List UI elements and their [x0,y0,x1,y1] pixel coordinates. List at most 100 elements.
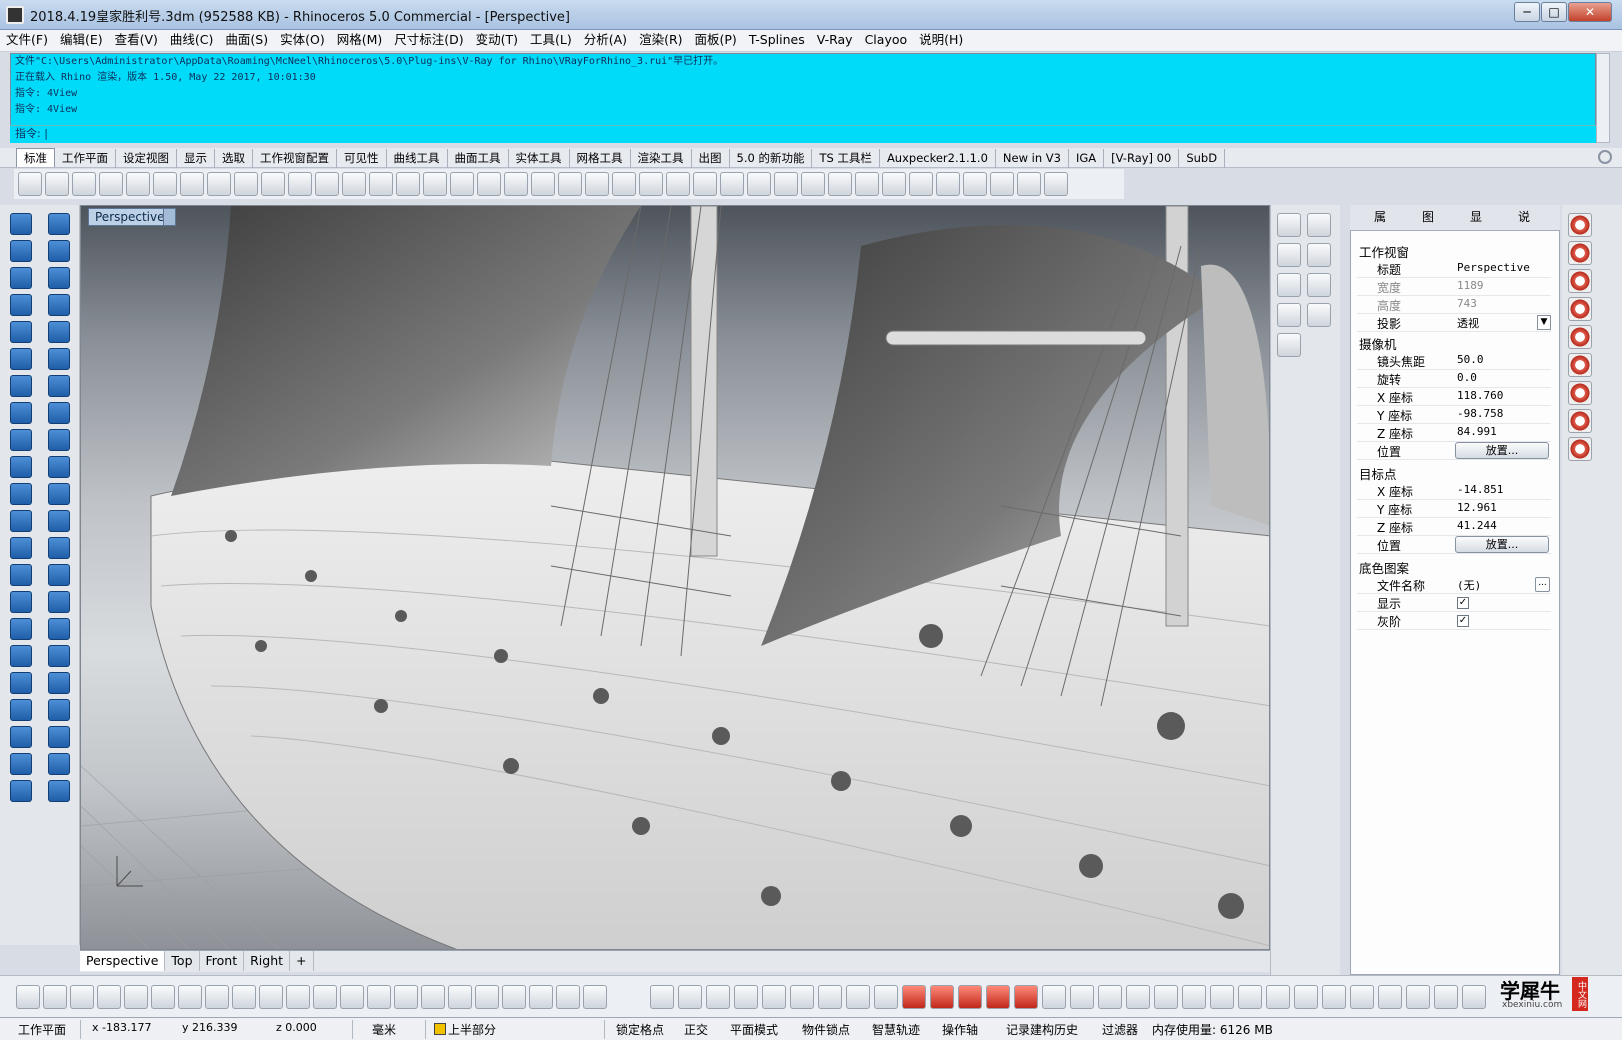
osnap-icon[interactable] [340,985,364,1009]
view-tool-icon[interactable] [958,985,982,1009]
image-icon[interactable] [10,564,32,586]
zoom-window-icon[interactable] [342,172,366,196]
tab-standard[interactable]: 标准 [16,148,55,167]
osnap-icon[interactable] [232,985,256,1009]
command-scrollbar[interactable] [1596,53,1610,143]
mesh-icon[interactable] [48,348,70,370]
tab-properties[interactable]: 属 [1354,209,1386,227]
surface-icon[interactable] [10,348,32,370]
menu-transform[interactable]: 变动(T) [470,30,524,50]
tab-viewport-layout[interactable]: 工作视窗配置 [253,149,337,168]
osnap-icon[interactable] [583,985,607,1009]
tab-visibility[interactable]: 可见性 [337,149,387,168]
render-drop-icon[interactable] [1568,437,1592,461]
status-planar[interactable]: 平面模式 [730,1021,778,1038]
tab-new-in-v5[interactable]: 5.0 的新功能 [730,149,813,168]
menu-dimension[interactable]: 尺寸标注(D) [388,30,469,50]
menu-panels[interactable]: 面板(P) [689,30,743,50]
lock-icon[interactable] [774,172,798,196]
show-checkbox[interactable]: ✓ [1457,597,1469,609]
zoom-selected-icon[interactable] [396,172,420,196]
osnap-icon[interactable] [421,985,445,1009]
osnap-icon[interactable] [16,985,40,1009]
menu-curve[interactable]: 曲线(C) [164,30,219,50]
view-tool-icon[interactable] [1238,985,1262,1009]
edit-icon[interactable] [10,618,32,640]
material-icon[interactable] [801,172,825,196]
camera-icon[interactable] [10,753,32,775]
tab-mesh-tools[interactable]: 网格工具 [570,149,631,168]
tab-top[interactable]: Top [165,951,200,971]
camera-place-button[interactable]: 放置... [1455,442,1549,459]
cylinder-icon[interactable] [612,172,636,196]
rhino-app-icon[interactable] [6,6,24,24]
status-smarttrack[interactable]: 智慧轨迹 [872,1021,920,1038]
osnap-icon[interactable] [394,985,418,1009]
view-tool-icon[interactable] [1014,985,1038,1009]
view-tool-icon[interactable] [762,985,786,1009]
tab-ts-toolbar[interactable]: TS 工具栏 [812,149,880,168]
menu-solid[interactable]: 实体(O) [274,30,331,50]
cylinder-icon[interactable] [48,429,70,451]
osnap-icon[interactable] [286,985,310,1009]
check-circle-icon[interactable] [1307,213,1331,237]
gear-icon[interactable] [990,172,1014,196]
ruler-icon[interactable] [48,699,70,721]
texture-icon[interactable] [828,172,852,196]
copy-icon[interactable] [180,172,204,196]
status-cplane[interactable]: 工作平面 [18,1021,66,1038]
cube-icon[interactable] [48,645,70,667]
tab-curve-tools[interactable]: 曲线工具 [387,149,448,168]
view-tool-icon[interactable] [930,985,954,1009]
render-drop-icon[interactable] [1568,409,1592,433]
view-tool-icon[interactable] [706,985,730,1009]
browse-button[interactable]: ... [1535,577,1550,592]
status-ortho[interactable]: 正交 [684,1021,708,1038]
four-view-icon[interactable] [450,172,474,196]
view-tool-icon[interactable] [1154,985,1178,1009]
refresh-icon[interactable] [585,172,609,196]
minimize-button[interactable]: ─ [1514,2,1540,22]
osnap-icon[interactable] [70,985,94,1009]
spiral-icon[interactable] [48,267,70,289]
nodes-icon[interactable] [10,510,32,532]
gear-icon[interactable] [10,456,32,478]
select-icon[interactable] [48,213,70,235]
join-icon[interactable] [48,537,70,559]
split-icon[interactable] [10,672,32,694]
tab-auxpecker[interactable]: Auxpecker2.1.1.0 [880,149,996,168]
text-icon[interactable] [48,591,70,613]
view-tool-icon[interactable] [1070,985,1094,1009]
viewport-menu-chevron-down-icon[interactable] [163,208,176,226]
polyline-icon[interactable] [48,240,70,262]
extrude-icon[interactable] [48,402,70,424]
print-icon[interactable] [99,172,123,196]
blue-sphere-icon[interactable] [936,172,960,196]
menu-analyze[interactable]: 分析(A) [578,30,633,50]
new-file-icon[interactable] [18,172,42,196]
view-tool-icon[interactable] [1294,985,1318,1009]
light-icon[interactable] [747,172,771,196]
menu-tsplines[interactable]: T-Splines [743,30,811,50]
rotate-view-icon[interactable] [423,172,447,196]
point-icon[interactable] [10,213,32,235]
menu-file[interactable]: 文件(F) [0,30,54,50]
measure-icon[interactable] [10,645,32,667]
grass-icon[interactable] [1307,243,1331,267]
line-icon[interactable] [666,172,690,196]
render-drop-icon[interactable] [1568,381,1592,405]
view-tool-icon[interactable] [1378,985,1402,1009]
triangle-icon[interactable] [48,294,70,316]
tab-render-tools[interactable]: 渲染工具 [631,149,692,168]
view-tool-icon[interactable] [1322,985,1346,1009]
save-icon[interactable] [72,172,96,196]
scale-icon[interactable] [48,753,70,775]
projection-dropdown-chevron-icon[interactable]: ▼ [1537,315,1551,330]
osnap-icon[interactable] [178,985,202,1009]
grid-icon[interactable] [10,591,32,613]
render-drop-icon[interactable] [1568,213,1592,237]
view-tool-icon[interactable] [1098,985,1122,1009]
command-prompt-input[interactable]: 指令: | [10,125,1596,143]
add-viewport-tab[interactable]: + [290,951,314,971]
tab-solid-tools[interactable]: 实体工具 [509,149,570,168]
